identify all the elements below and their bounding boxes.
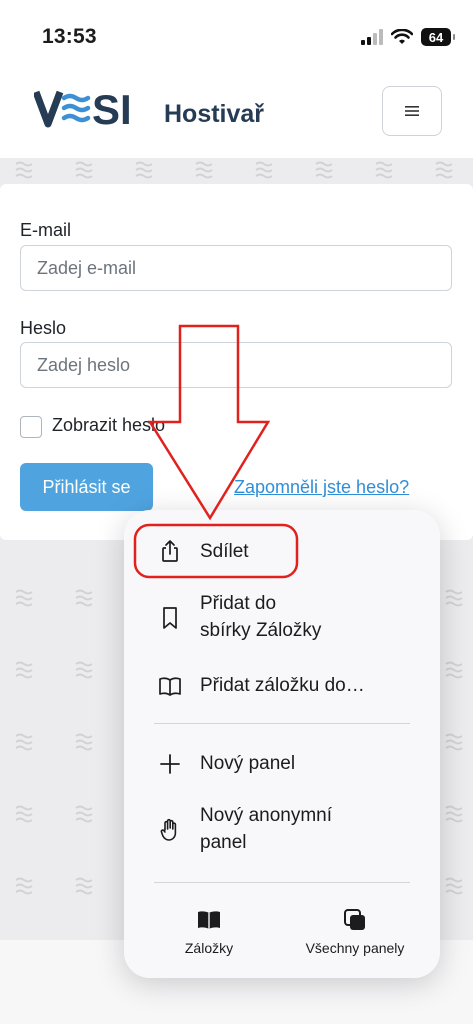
status-bar: 13:53 64 — [0, 0, 473, 70]
menu-item-add-to-bookmarks[interactable]: Přidat do sbírky Záložky — [124, 588, 440, 650]
menu-item-new-tab-label: Nový panel — [200, 753, 296, 774]
bookmark-icon — [163, 607, 177, 629]
all-tabs-button[interactable]: Všechny panely — [290, 902, 420, 958]
site-header: SI Hostivař — [0, 70, 473, 158]
menu-item-add-to-bookmarks-label-2: sbírky Záložky — [200, 620, 322, 641]
share-icon — [162, 540, 178, 562]
wifi-icon — [391, 29, 413, 44]
cellular-signal-icon — [361, 29, 383, 45]
svg-text:SI: SI — [92, 88, 132, 128]
password-input[interactable] — [20, 342, 452, 388]
login-button[interactable]: Přihlásit se — [20, 463, 153, 511]
login-card: E-mail Heslo Zobrazit heslo Přihlásit se… — [0, 184, 473, 540]
forgot-password-link[interactable]: Zapomněli jste heslo? — [234, 477, 409, 498]
menu-item-add-bookmark-label: Přidat záložku do… — [200, 675, 365, 696]
vesi-logo[interactable]: SI — [34, 88, 160, 128]
email-input[interactable] — [20, 245, 452, 291]
status-time: 13:53 — [42, 25, 97, 48]
menu-item-new-private-tab[interactable]: Nový anonymní panel — [124, 800, 440, 862]
browser-page-menu: Sdílet Přidat do sbírky Záložky Přidat z… — [124, 510, 440, 978]
hamburger-icon — [405, 106, 419, 116]
password-label: Heslo — [20, 318, 67, 338]
logo-mark-icon: SI — [34, 88, 132, 128]
show-password-checkbox[interactable] — [20, 416, 42, 438]
battery-icon: 64 — [421, 28, 455, 46]
site-subtitle: Hostivař — [164, 100, 265, 128]
hand-icon — [160, 818, 177, 841]
status-icons: 64 — [361, 26, 455, 48]
menu-separator — [154, 882, 410, 883]
menu-separator — [154, 723, 410, 724]
bookmarks-button[interactable]: Záložky — [154, 902, 264, 958]
bookmarks-book-icon — [198, 911, 220, 929]
bookmarks-button-label: Záložky — [184, 940, 234, 956]
menu-item-share-label: Sdílet — [200, 541, 249, 562]
menu-item-share[interactable]: Sdílet — [124, 532, 440, 572]
hamburger-menu-button[interactable] — [382, 86, 442, 136]
plus-icon — [160, 754, 180, 774]
menu-item-new-private-tab-label-2: panel — [200, 832, 247, 853]
menu-item-new-tab[interactable]: Nový panel — [124, 746, 440, 782]
menu-item-add-bookmark[interactable]: Přidat záložku do… — [124, 668, 440, 704]
all-tabs-button-label: Všechny panely — [305, 940, 405, 956]
show-password-label[interactable]: Zobrazit heslo — [52, 415, 165, 436]
email-label: E-mail — [20, 220, 72, 240]
menu-item-add-to-bookmarks-label-1: Přidat do — [200, 593, 277, 614]
menu-item-new-private-tab-label-1: Nový anonymní — [200, 805, 333, 826]
tabs-icon — [344, 909, 365, 930]
open-book-icon — [159, 677, 181, 696]
